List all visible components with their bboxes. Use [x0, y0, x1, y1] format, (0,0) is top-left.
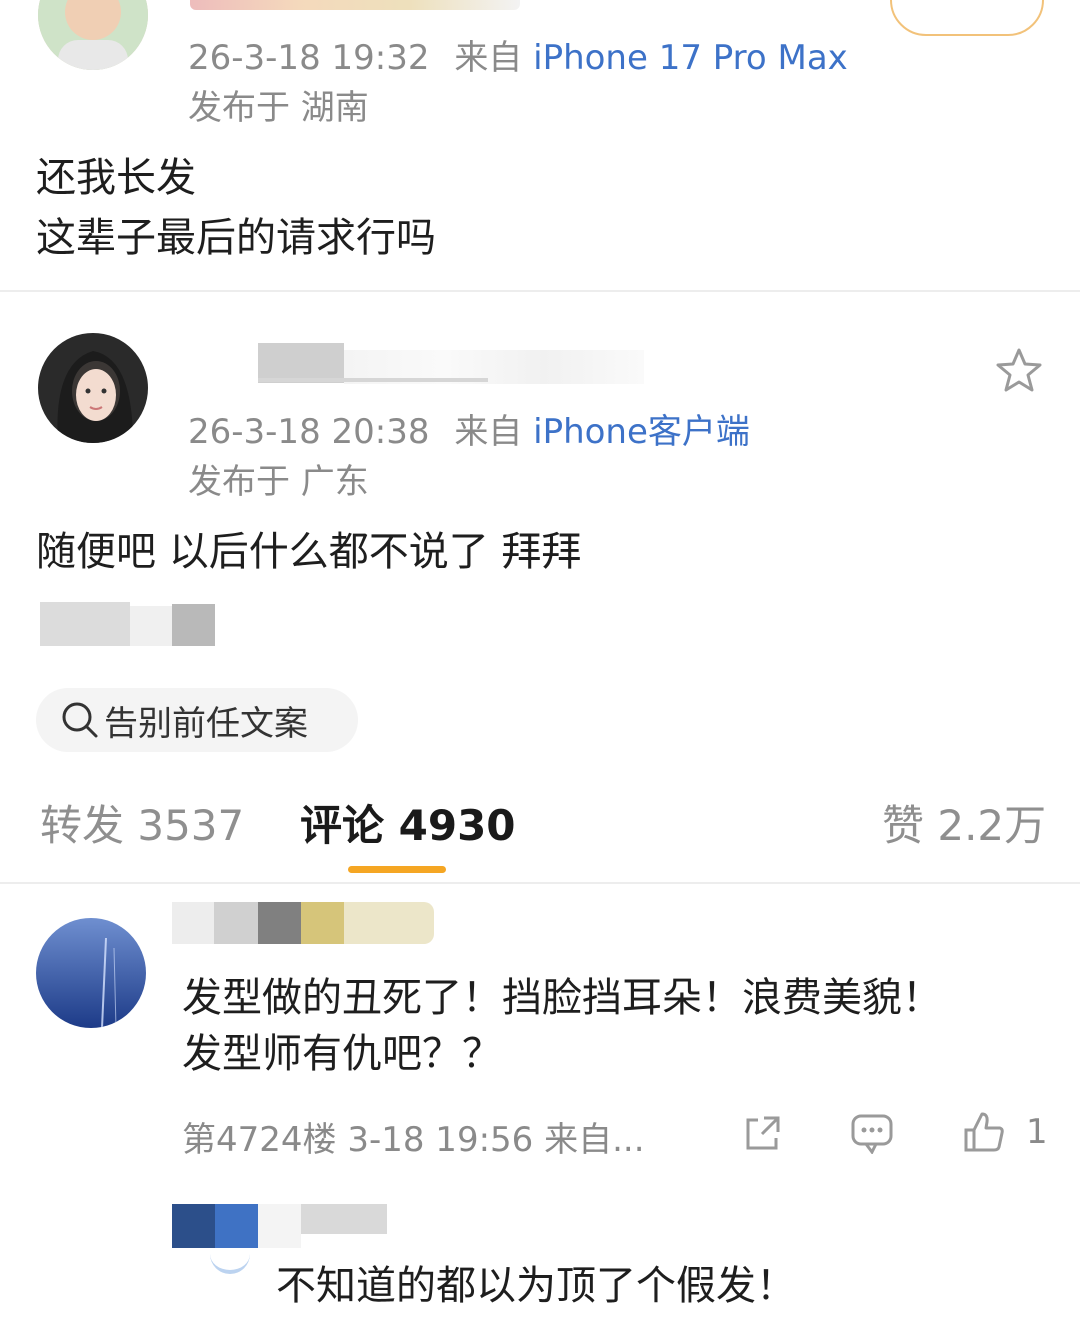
tab-comments[interactable]: 评论 4930	[300, 792, 516, 853]
reply1-body: 不知道的都以为顶了个假发！	[276, 1263, 796, 1309]
comment1-meta: 第4724楼 3-18 19:56 来自...	[182, 1120, 645, 1160]
post1-avatar[interactable]	[38, 0, 148, 70]
search-icon	[60, 700, 100, 740]
post1-line-1: 还我长发	[36, 155, 196, 201]
post2-from-label: 来自	[454, 412, 523, 452]
comment1-body: 发型做的丑死了！挡脸挡耳朵！浪费美貌！ 发型师有仇吧？？	[182, 970, 942, 1082]
night-sky-avatar-icon	[36, 918, 146, 1028]
post1-line-2: 这辈子最后的请求行吗	[36, 215, 436, 261]
topic-chip[interactable]: 告别前任文案	[36, 688, 358, 752]
share-icon[interactable]	[742, 1112, 784, 1154]
post2-name-blurred-3	[258, 378, 488, 382]
comment1-line-1: 发型做的丑死了！挡脸挡耳朵！浪费美貌！	[182, 975, 942, 1021]
post1-time: 26-3-18 19:32	[188, 38, 430, 78]
post2-device[interactable]: iPhone客户端	[533, 412, 750, 452]
comment1-name-blurred-3	[258, 902, 301, 944]
post2-extra-blurred	[40, 602, 130, 646]
post1-device[interactable]: iPhone 17 Pro Max	[533, 38, 848, 78]
post-divider	[0, 290, 1080, 292]
comment1-like-count: 1	[1026, 1112, 1048, 1152]
post1-from-label: 来自	[454, 38, 523, 78]
post2-time: 26-3-18 20:38	[188, 412, 430, 452]
reply1-avatar-partial	[210, 1250, 250, 1274]
post2-avatar[interactable]	[38, 333, 148, 443]
post1-name-blurred	[190, 0, 520, 10]
reply1-name-blurred-4	[301, 1204, 387, 1234]
post1-body: 还我长发 这辈子最后的请求行吗	[36, 148, 436, 268]
reply1-name-blurred-3	[258, 1204, 301, 1248]
post1-meta: 26-3-18 19:32 来自 iPhone 17 Pro Max	[188, 30, 848, 79]
post2-extra-blurred-2	[130, 606, 172, 646]
comment-icon[interactable]	[850, 1112, 894, 1154]
like-icon[interactable]	[962, 1110, 1006, 1154]
post2-name-blurred	[258, 343, 344, 383]
post2-extra-blurred-3	[172, 604, 215, 646]
boy-avatar-icon	[38, 0, 148, 70]
girl-avatar-icon	[38, 333, 148, 443]
reply1-name-blurred	[172, 1204, 215, 1248]
tab-active-indicator	[348, 866, 446, 873]
post1-location: 发布于 湖南	[188, 88, 369, 128]
reply1-name-blurred-2	[215, 1204, 258, 1248]
comment1-name-blurred-5	[344, 902, 434, 944]
post2-location: 发布于 广东	[188, 462, 369, 502]
tab-repost[interactable]: 转发 3537	[40, 792, 244, 853]
comment1-line-2: 发型师有仇吧？？	[182, 1031, 502, 1077]
comment1-name-blurred-2	[214, 902, 258, 944]
post2-meta: 26-3-18 20:38 来自 iPhone客户端	[188, 404, 750, 453]
tabs-divider	[0, 882, 1080, 884]
star-icon[interactable]	[994, 346, 1044, 396]
follow-button[interactable]	[890, 0, 1044, 36]
comment1-avatar[interactable]	[36, 918, 146, 1028]
comment1-name-blurred-4	[301, 902, 344, 944]
topic-chip-label: 告别前任文案	[104, 703, 308, 744]
post2-body: 随便吧 以后什么都不说了 拜拜	[36, 529, 582, 575]
tab-likes[interactable]: 赞 2.2万	[882, 792, 1046, 853]
